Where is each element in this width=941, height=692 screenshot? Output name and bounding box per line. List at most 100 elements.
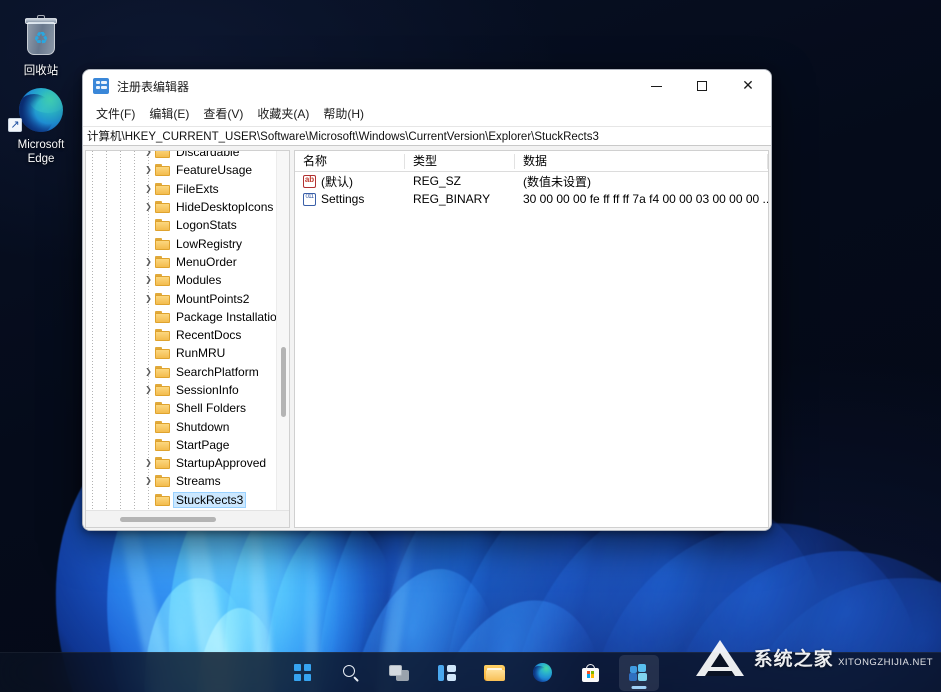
folder-icon [155, 164, 170, 176]
column-header-data[interactable]: 数据 [515, 151, 768, 172]
tree-item-label: FeatureUsage [174, 163, 254, 177]
folder-icon [155, 384, 170, 396]
folder-icon [155, 329, 170, 341]
desktop-icon-recycle-bin[interactable]: ♻ 回收站 [4, 14, 78, 78]
tree-item[interactable]: ❯ HideDesktopIcons [86, 198, 276, 216]
window-titlebar[interactable]: 注册表编辑器 ✕ [83, 70, 771, 102]
desktop-icon-label: 回收站 [4, 64, 78, 78]
tree-item-label: LowRegistry [174, 237, 244, 251]
tree-item[interactable]: Shutdown [86, 417, 276, 435]
tree-item-label: LogonStats [174, 218, 239, 232]
tree-item-label: StartupApproved [174, 456, 268, 470]
tree-horizontal-scrollbar[interactable] [86, 510, 289, 527]
registry-values-pane[interactable]: 名称 类型 数据 (默认)REG_SZ(数值未设置)SettingsREG_BI… [294, 150, 769, 528]
watermark-logo-icon [696, 640, 748, 680]
tree-item[interactable]: RunMRU [86, 344, 276, 362]
file-explorer-button[interactable] [475, 655, 515, 691]
value-row[interactable]: SettingsREG_BINARY30 00 00 00 fe ff ff f… [295, 190, 768, 208]
tree-item[interactable]: Package Installation [86, 308, 276, 326]
maximize-button[interactable] [679, 70, 725, 102]
tree-item[interactable]: LowRegistry [86, 234, 276, 252]
chevron-right-icon[interactable]: ❯ [142, 161, 155, 179]
menu-item-file[interactable]: 文件(F) [89, 103, 142, 124]
watermark-cn: 系统之家 [754, 649, 834, 670]
value-name-text: Settings [321, 192, 364, 206]
pinned-app-button[interactable] [619, 655, 659, 691]
chevron-right-icon[interactable]: ❯ [142, 472, 155, 490]
chevron-right-icon[interactable]: ❯ [142, 198, 155, 216]
folder-icon [484, 665, 505, 681]
tree-item[interactable]: ❯Modules [86, 271, 276, 289]
column-header-type[interactable]: 类型 [405, 151, 515, 172]
menu-item-edit[interactable]: 编辑(E) [142, 103, 196, 124]
minimize-button[interactable] [633, 70, 679, 102]
value-data-cell: 30 00 00 00 fe ff ff ff 7a f4 00 00 03 0… [515, 192, 768, 206]
chevron-right-icon[interactable]: ❯ [142, 253, 155, 271]
tree-vscroll-thumb[interactable] [281, 347, 286, 417]
values-list[interactable]: (默认)REG_SZ(数值未设置)SettingsREG_BINARY30 00… [295, 172, 768, 208]
task-view-button[interactable] [379, 655, 419, 691]
tree-scroll-area[interactable]: ❯Discardable❯FeatureUsage❯FileExts❯HideD… [86, 151, 276, 510]
desktop-icon-label-line1: Microsoft [4, 138, 78, 152]
tree-item[interactable]: ❯ SessionInfo [86, 381, 276, 399]
tree-item-label: RunMRU [174, 346, 227, 360]
folder-icon [155, 183, 170, 195]
tree-item[interactable]: ❯Streams [86, 472, 276, 490]
chevron-right-icon[interactable]: ❯ [142, 454, 155, 472]
tree-item[interactable]: LogonStats [86, 216, 276, 234]
window-panes: ❯Discardable❯FeatureUsage❯FileExts❯HideD… [83, 148, 771, 530]
binary-value-icon [303, 193, 316, 206]
tree-item[interactable]: Shell Folders [86, 399, 276, 417]
widgets-button[interactable] [427, 655, 467, 691]
registry-editor-window[interactable]: 注册表编辑器 ✕ 文件(F) 编辑(E) 查看(V) 收藏夹(A) 帮助(H) … [82, 69, 772, 531]
desktop[interactable]: ♻ 回收站 ↗ Microsoft Edge 注册表编辑器 ✕ [0, 0, 941, 692]
folder-icon [155, 219, 170, 231]
tree-item[interactable]: ❯Discardable [86, 151, 276, 161]
folder-icon [155, 293, 170, 305]
menu-item-help[interactable]: 帮助(H) [316, 103, 371, 124]
folder-icon [155, 151, 170, 158]
address-bar[interactable]: 计算机\HKEY_CURRENT_USER\Software\Microsoft… [83, 126, 771, 146]
value-name-cell: (默认) [295, 173, 405, 190]
tree-item-label: SessionInfo [174, 383, 241, 397]
folder-icon [155, 402, 170, 414]
tree-item[interactable]: ❯ StartupApproved [86, 454, 276, 472]
tree-item[interactable]: ❯MountPoints2 [86, 289, 276, 307]
chevron-right-icon[interactable]: ❯ [142, 180, 155, 198]
chevron-right-icon[interactable]: ❯ [142, 271, 155, 289]
watermark-en: XITONGZHIJIA.NET [838, 657, 933, 668]
registry-tree-pane[interactable]: ❯Discardable❯FeatureUsage❯FileExts❯HideD… [85, 150, 290, 528]
desktop-icon-microsoft-edge[interactable]: ↗ Microsoft Edge [4, 88, 78, 166]
tree-item-label: Package Installation [174, 310, 276, 324]
folder-icon [155, 201, 170, 213]
tree-item-label: HideDesktopIcons [174, 200, 275, 214]
menu-item-view[interactable]: 查看(V) [196, 103, 250, 124]
edge-icon: ↗ [4, 88, 78, 134]
tree-item[interactable]: StuckRects3 [86, 491, 276, 509]
chevron-right-icon[interactable]: ❯ [142, 290, 155, 308]
column-header-name[interactable]: 名称 [295, 151, 405, 172]
tree-item[interactable]: ❯ FeatureUsage [86, 161, 276, 179]
tree-item[interactable]: ❯FileExts [86, 180, 276, 198]
start-button[interactable] [283, 655, 323, 691]
tree-item-label: MenuOrder [174, 255, 239, 269]
tree-item[interactable]: ❯SearchPlatform [86, 363, 276, 381]
microsoft-store-button[interactable] [571, 655, 611, 691]
menu-item-favorites[interactable]: 收藏夹(A) [250, 103, 316, 124]
window-controls[interactable]: ✕ [633, 70, 771, 102]
close-button[interactable]: ✕ [725, 70, 771, 102]
tree-hscroll-thumb[interactable] [120, 517, 216, 522]
value-row[interactable]: (默认)REG_SZ(数值未设置) [295, 172, 768, 190]
chevron-right-icon[interactable]: ❯ [142, 363, 155, 381]
tree-vertical-scrollbar[interactable] [276, 151, 289, 510]
search-icon [342, 664, 360, 682]
tree-item[interactable]: StartPage [86, 436, 276, 454]
menu-bar[interactable]: 文件(F) 编辑(E) 查看(V) 收藏夹(A) 帮助(H) [83, 102, 771, 126]
tree-item[interactable]: RecentDocs [86, 326, 276, 344]
tree-item[interactable]: ❯ MenuOrder [86, 253, 276, 271]
search-button[interactable] [331, 655, 371, 691]
values-header-row[interactable]: 名称 类型 数据 [295, 151, 768, 172]
chevron-right-icon[interactable]: ❯ [142, 381, 155, 399]
chevron-right-icon[interactable]: ❯ [142, 151, 155, 161]
microsoft-edge-button[interactable] [523, 655, 563, 691]
